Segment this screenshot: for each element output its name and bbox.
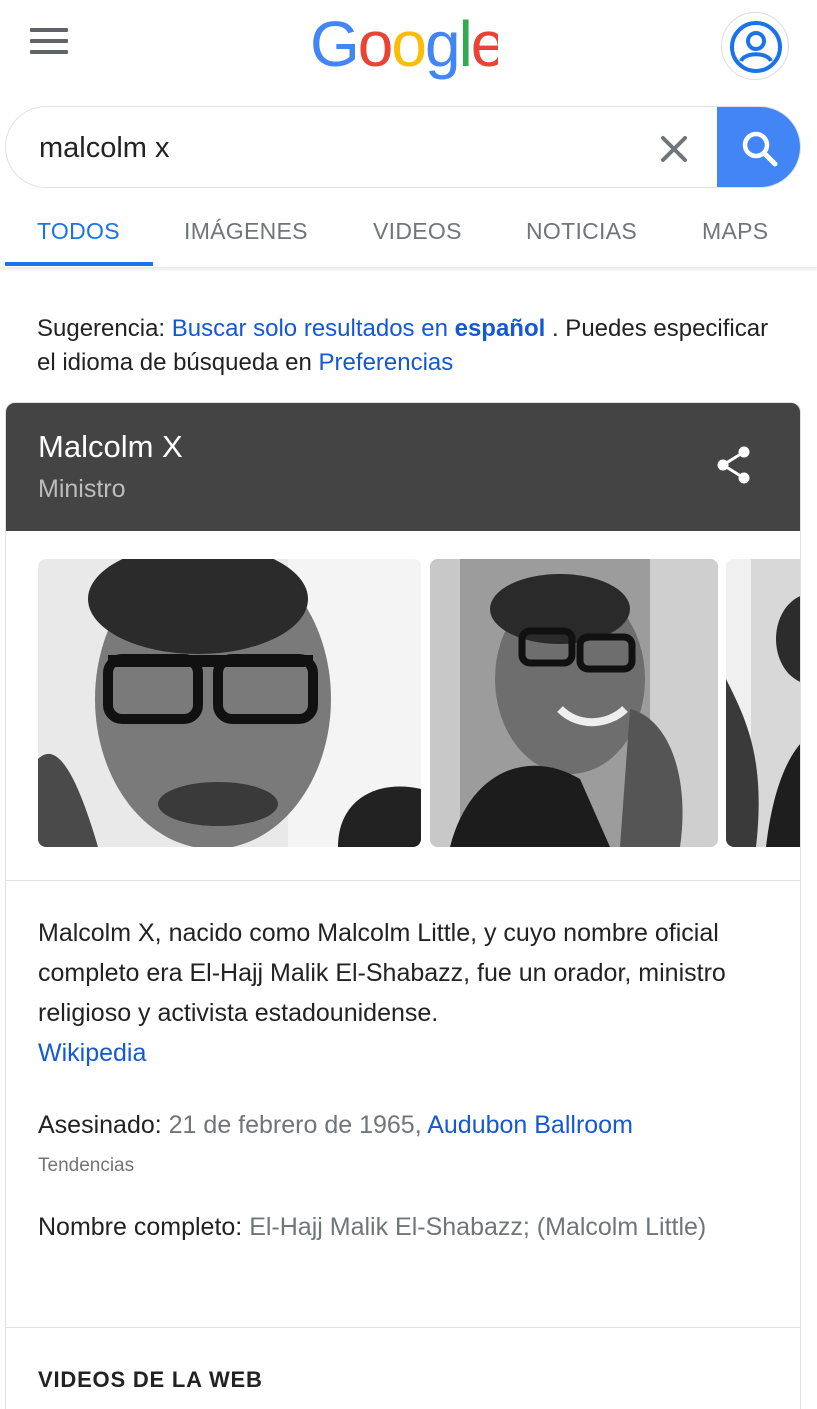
- wikipedia-link[interactable]: Wikipedia: [38, 1039, 146, 1067]
- tab-imagenes[interactable]: IMÁGENES: [184, 218, 308, 245]
- divider: [6, 1327, 800, 1328]
- clear-search-button[interactable]: [654, 129, 694, 169]
- portrait-photo-2[interactable]: [430, 559, 718, 847]
- search-bar: [5, 106, 801, 188]
- portrait-photo-1[interactable]: [38, 559, 421, 847]
- tab-todos[interactable]: TODOS: [37, 218, 120, 245]
- web-videos-heading: VIDEOS DE LA WEB: [38, 1367, 263, 1392]
- suggestion-prefix: Sugerencia:: [37, 315, 166, 342]
- panel-header: Malcolm X Ministro: [6, 403, 800, 531]
- account-button[interactable]: [721, 12, 789, 80]
- fact-death-value: 21 de febrero de 1965,: [168, 1111, 422, 1139]
- language-suggestion: Sugerencia: Buscar solo resultados en es…: [37, 312, 777, 380]
- spanish-only-link[interactable]: Buscar solo resultados en español: [172, 315, 546, 342]
- fact-name-value: El-Hajj Malik El-Shabazz; (Malcolm Littl…: [249, 1213, 707, 1241]
- share-icon[interactable]: [712, 443, 756, 487]
- preferences-link[interactable]: Preferencias: [319, 349, 454, 376]
- fact-name-label: Nombre completo:: [38, 1213, 243, 1241]
- search-tabs: TODOS IMÁGENES VIDEOS NOTICIAS MAPS: [0, 196, 817, 268]
- description-text: Malcolm X, nacido como Malcolm Little, y…: [38, 919, 726, 1027]
- audubon-ballroom-link[interactable]: Audubon Ballroom: [427, 1111, 633, 1139]
- svg-text:Google: Google: [310, 8, 498, 80]
- panel-title: Malcolm X: [38, 429, 183, 464]
- header: Google: [0, 0, 817, 90]
- fact-full-name: Nombre completo: El-Hajj Malik El-Shabaz…: [38, 1207, 778, 1247]
- knowledge-panel: Malcolm X Ministro Malcolm X, nacido com…: [5, 402, 801, 1409]
- image-carousel: [6, 531, 801, 881]
- portrait-photo-3[interactable]: [726, 559, 801, 847]
- search-button[interactable]: [717, 107, 800, 187]
- active-tab-indicator: [5, 262, 153, 266]
- trending-label: Tendencias: [38, 1155, 135, 1176]
- tab-noticias[interactable]: NOTICIAS: [526, 218, 637, 245]
- account-circle-icon: [730, 21, 782, 73]
- close-icon: [661, 136, 687, 162]
- fact-death-label: Asesinado:: [38, 1111, 162, 1139]
- search-input[interactable]: [39, 125, 639, 171]
- tab-maps[interactable]: MAPS: [702, 218, 768, 245]
- panel-subtitle: Ministro: [38, 475, 126, 503]
- entity-description: Malcolm X, nacido como Malcolm Little, y…: [38, 913, 768, 1073]
- fact-death: Asesinado: 21 de febrero de 1965, Audubo…: [38, 1105, 778, 1145]
- search-icon: [742, 131, 778, 167]
- hamburger-menu-icon[interactable]: [30, 28, 68, 54]
- tab-videos[interactable]: VIDEOS: [373, 218, 462, 245]
- google-logo[interactable]: Google: [308, 8, 498, 80]
